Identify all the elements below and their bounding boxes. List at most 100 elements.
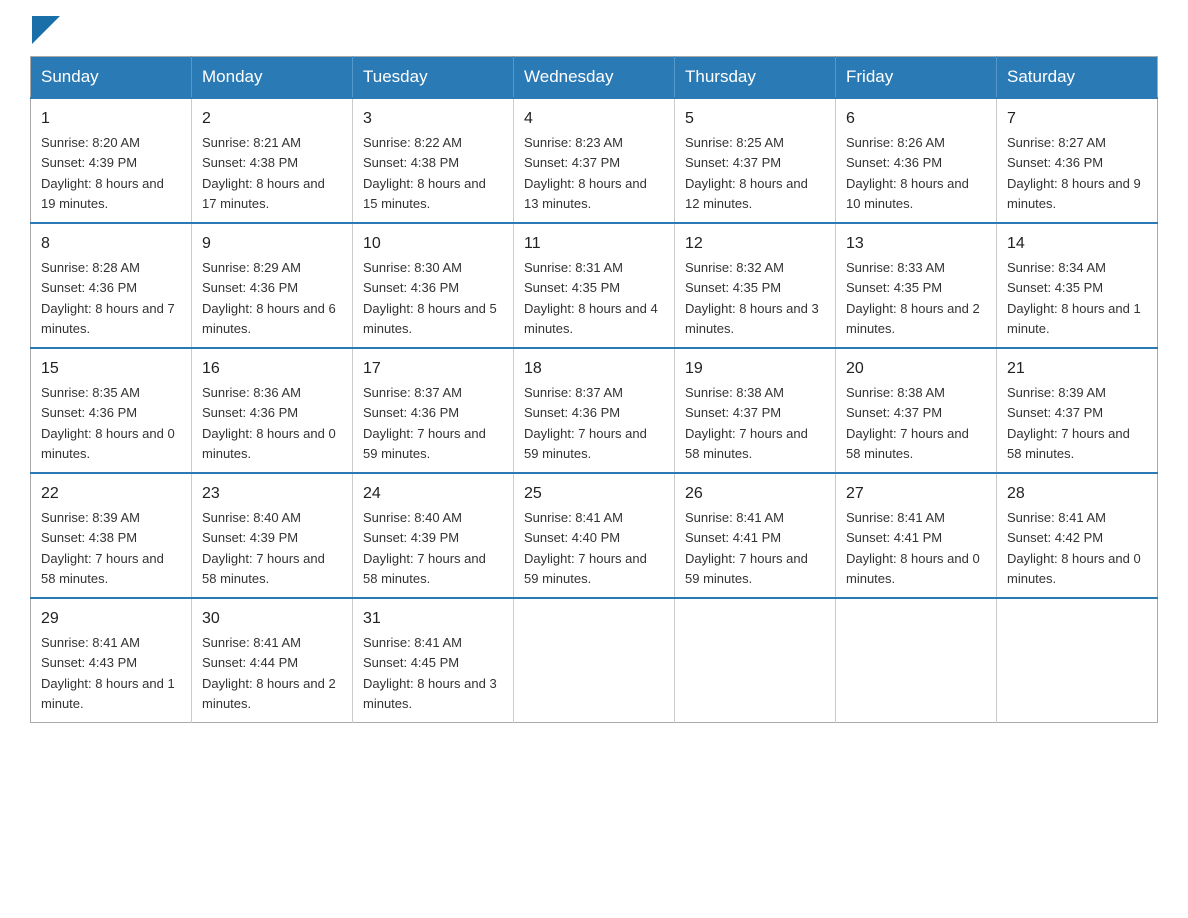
day-info: Sunrise: 8:25 AMSunset: 4:37 PMDaylight:… (685, 135, 808, 211)
day-number: 28 (1007, 482, 1147, 506)
calendar-day-cell: 4 Sunrise: 8:23 AMSunset: 4:37 PMDayligh… (514, 98, 675, 223)
calendar-day-cell: 3 Sunrise: 8:22 AMSunset: 4:38 PMDayligh… (353, 98, 514, 223)
day-info: Sunrise: 8:21 AMSunset: 4:38 PMDaylight:… (202, 135, 325, 211)
calendar-day-header: Friday (836, 57, 997, 99)
day-info: Sunrise: 8:41 AMSunset: 4:43 PMDaylight:… (41, 635, 175, 711)
day-info: Sunrise: 8:20 AMSunset: 4:39 PMDaylight:… (41, 135, 164, 211)
calendar-day-cell: 21 Sunrise: 8:39 AMSunset: 4:37 PMDaylig… (997, 348, 1158, 473)
day-number: 7 (1007, 107, 1147, 131)
calendar-day-cell: 31 Sunrise: 8:41 AMSunset: 4:45 PMDaylig… (353, 598, 514, 723)
day-info: Sunrise: 8:26 AMSunset: 4:36 PMDaylight:… (846, 135, 969, 211)
day-number: 20 (846, 357, 986, 381)
calendar-day-cell: 29 Sunrise: 8:41 AMSunset: 4:43 PMDaylig… (31, 598, 192, 723)
day-number: 12 (685, 232, 825, 256)
day-number: 17 (363, 357, 503, 381)
calendar-day-cell: 10 Sunrise: 8:30 AMSunset: 4:36 PMDaylig… (353, 223, 514, 348)
calendar-table: SundayMondayTuesdayWednesdayThursdayFrid… (30, 56, 1158, 723)
calendar-day-cell: 11 Sunrise: 8:31 AMSunset: 4:35 PMDaylig… (514, 223, 675, 348)
day-info: Sunrise: 8:28 AMSunset: 4:36 PMDaylight:… (41, 260, 175, 336)
day-info: Sunrise: 8:41 AMSunset: 4:41 PMDaylight:… (685, 510, 808, 586)
day-info: Sunrise: 8:40 AMSunset: 4:39 PMDaylight:… (363, 510, 486, 586)
day-number: 8 (41, 232, 181, 256)
calendar-day-cell: 5 Sunrise: 8:25 AMSunset: 4:37 PMDayligh… (675, 98, 836, 223)
day-info: Sunrise: 8:36 AMSunset: 4:36 PMDaylight:… (202, 385, 336, 461)
day-number: 2 (202, 107, 342, 131)
day-number: 13 (846, 232, 986, 256)
day-info: Sunrise: 8:38 AMSunset: 4:37 PMDaylight:… (685, 385, 808, 461)
calendar-day-cell: 16 Sunrise: 8:36 AMSunset: 4:36 PMDaylig… (192, 348, 353, 473)
calendar-day-header: Monday (192, 57, 353, 99)
day-info: Sunrise: 8:22 AMSunset: 4:38 PMDaylight:… (363, 135, 486, 211)
day-number: 16 (202, 357, 342, 381)
day-info: Sunrise: 8:39 AMSunset: 4:38 PMDaylight:… (41, 510, 164, 586)
day-info: Sunrise: 8:32 AMSunset: 4:35 PMDaylight:… (685, 260, 819, 336)
day-info: Sunrise: 8:41 AMSunset: 4:40 PMDaylight:… (524, 510, 647, 586)
day-info: Sunrise: 8:39 AMSunset: 4:37 PMDaylight:… (1007, 385, 1130, 461)
calendar-day-cell (675, 598, 836, 723)
calendar-day-cell: 23 Sunrise: 8:40 AMSunset: 4:39 PMDaylig… (192, 473, 353, 598)
calendar-week-row: 1 Sunrise: 8:20 AMSunset: 4:39 PMDayligh… (31, 98, 1158, 223)
day-info: Sunrise: 8:29 AMSunset: 4:36 PMDaylight:… (202, 260, 336, 336)
calendar-day-cell: 13 Sunrise: 8:33 AMSunset: 4:35 PMDaylig… (836, 223, 997, 348)
calendar-day-cell: 30 Sunrise: 8:41 AMSunset: 4:44 PMDaylig… (192, 598, 353, 723)
calendar-day-cell: 22 Sunrise: 8:39 AMSunset: 4:38 PMDaylig… (31, 473, 192, 598)
calendar-day-cell: 17 Sunrise: 8:37 AMSunset: 4:36 PMDaylig… (353, 348, 514, 473)
day-info: Sunrise: 8:23 AMSunset: 4:37 PMDaylight:… (524, 135, 647, 211)
calendar-day-cell (997, 598, 1158, 723)
day-number: 6 (846, 107, 986, 131)
calendar-week-row: 29 Sunrise: 8:41 AMSunset: 4:43 PMDaylig… (31, 598, 1158, 723)
day-number: 24 (363, 482, 503, 506)
calendar-week-row: 8 Sunrise: 8:28 AMSunset: 4:36 PMDayligh… (31, 223, 1158, 348)
day-info: Sunrise: 8:37 AMSunset: 4:36 PMDaylight:… (363, 385, 486, 461)
calendar-week-row: 22 Sunrise: 8:39 AMSunset: 4:38 PMDaylig… (31, 473, 1158, 598)
calendar-day-cell: 19 Sunrise: 8:38 AMSunset: 4:37 PMDaylig… (675, 348, 836, 473)
day-number: 3 (363, 107, 503, 131)
logo-triangle-icon (32, 16, 60, 44)
day-info: Sunrise: 8:30 AMSunset: 4:36 PMDaylight:… (363, 260, 497, 336)
calendar-header-row: SundayMondayTuesdayWednesdayThursdayFrid… (31, 57, 1158, 99)
day-number: 19 (685, 357, 825, 381)
calendar-day-cell: 25 Sunrise: 8:41 AMSunset: 4:40 PMDaylig… (514, 473, 675, 598)
calendar-day-cell (514, 598, 675, 723)
calendar-day-cell: 27 Sunrise: 8:41 AMSunset: 4:41 PMDaylig… (836, 473, 997, 598)
day-info: Sunrise: 8:41 AMSunset: 4:45 PMDaylight:… (363, 635, 497, 711)
day-info: Sunrise: 8:41 AMSunset: 4:44 PMDaylight:… (202, 635, 336, 711)
day-number: 1 (41, 107, 181, 131)
day-number: 11 (524, 232, 664, 256)
calendar-day-cell: 8 Sunrise: 8:28 AMSunset: 4:36 PMDayligh… (31, 223, 192, 348)
day-number: 26 (685, 482, 825, 506)
day-number: 23 (202, 482, 342, 506)
calendar-day-header: Saturday (997, 57, 1158, 99)
calendar-day-cell: 9 Sunrise: 8:29 AMSunset: 4:36 PMDayligh… (192, 223, 353, 348)
calendar-day-cell: 12 Sunrise: 8:32 AMSunset: 4:35 PMDaylig… (675, 223, 836, 348)
calendar-day-cell: 2 Sunrise: 8:21 AMSunset: 4:38 PMDayligh… (192, 98, 353, 223)
calendar-week-row: 15 Sunrise: 8:35 AMSunset: 4:36 PMDaylig… (31, 348, 1158, 473)
calendar-day-cell: 1 Sunrise: 8:20 AMSunset: 4:39 PMDayligh… (31, 98, 192, 223)
calendar-day-cell (836, 598, 997, 723)
day-number: 10 (363, 232, 503, 256)
day-info: Sunrise: 8:41 AMSunset: 4:42 PMDaylight:… (1007, 510, 1141, 586)
page-header (30, 20, 1158, 38)
calendar-day-cell: 14 Sunrise: 8:34 AMSunset: 4:35 PMDaylig… (997, 223, 1158, 348)
day-number: 21 (1007, 357, 1147, 381)
day-info: Sunrise: 8:33 AMSunset: 4:35 PMDaylight:… (846, 260, 980, 336)
logo (30, 20, 60, 38)
day-info: Sunrise: 8:27 AMSunset: 4:36 PMDaylight:… (1007, 135, 1141, 211)
day-info: Sunrise: 8:40 AMSunset: 4:39 PMDaylight:… (202, 510, 325, 586)
day-number: 9 (202, 232, 342, 256)
calendar-day-header: Tuesday (353, 57, 514, 99)
day-info: Sunrise: 8:34 AMSunset: 4:35 PMDaylight:… (1007, 260, 1141, 336)
calendar-day-header: Sunday (31, 57, 192, 99)
calendar-day-header: Thursday (675, 57, 836, 99)
calendar-day-cell: 15 Sunrise: 8:35 AMSunset: 4:36 PMDaylig… (31, 348, 192, 473)
calendar-day-cell: 6 Sunrise: 8:26 AMSunset: 4:36 PMDayligh… (836, 98, 997, 223)
day-info: Sunrise: 8:41 AMSunset: 4:41 PMDaylight:… (846, 510, 980, 586)
day-number: 27 (846, 482, 986, 506)
calendar-day-cell: 18 Sunrise: 8:37 AMSunset: 4:36 PMDaylig… (514, 348, 675, 473)
day-number: 5 (685, 107, 825, 131)
day-number: 14 (1007, 232, 1147, 256)
day-number: 18 (524, 357, 664, 381)
calendar-day-cell: 28 Sunrise: 8:41 AMSunset: 4:42 PMDaylig… (997, 473, 1158, 598)
day-number: 25 (524, 482, 664, 506)
day-number: 31 (363, 607, 503, 631)
